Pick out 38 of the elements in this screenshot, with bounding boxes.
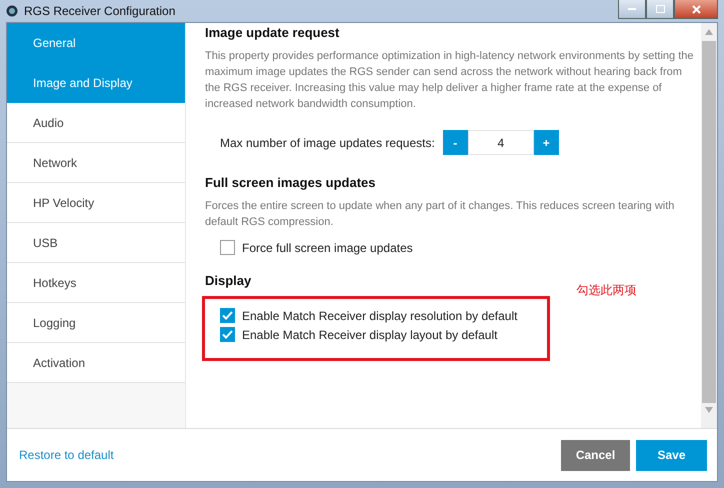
scrollbar-thumb[interactable] xyxy=(702,41,716,403)
section-description: This property provides performance optimization in high-latency network environments by setting the maximum image updates the RGS sender can send across the network without hearing back from the RGS receiver. Increasing this value may help deliver a higher frame rate at the expense of increased network bandwidth consumption. xyxy=(205,49,695,112)
section-heading: Display xyxy=(205,273,252,288)
checkbox-option[interactable]: Enable Match Receiver display layout by default xyxy=(220,327,518,342)
cancel-button[interactable]: Cancel xyxy=(561,440,630,470)
section-heading: Full screen images updates xyxy=(205,175,377,190)
app-icon xyxy=(6,5,18,17)
field-label: Max number of image updates requests: xyxy=(220,136,435,150)
checkbox-label: Force full screen image updates xyxy=(242,240,413,254)
maximize-button[interactable] xyxy=(646,0,674,19)
scrollbar[interactable] xyxy=(701,23,717,428)
restore-default-link[interactable]: Restore to default xyxy=(19,448,114,462)
checkmark-icon xyxy=(222,330,233,339)
sidebar-item[interactable]: HP Velocity xyxy=(7,183,185,223)
close-button[interactable] xyxy=(674,0,718,19)
minimize-button[interactable] xyxy=(618,0,646,19)
checkmark-icon xyxy=(222,311,233,320)
checkbox-option[interactable]: Force full screen image updates xyxy=(220,240,672,255)
window-title: RGS Receiver Configuration xyxy=(24,4,176,18)
sidebar-item[interactable]: USB xyxy=(7,223,185,263)
number-field[interactable]: 4 xyxy=(468,130,534,155)
minimize-icon xyxy=(628,8,636,10)
sidebar-item[interactable]: Network xyxy=(7,143,185,183)
maximize-icon xyxy=(656,5,664,13)
scroll-up-icon[interactable] xyxy=(705,29,713,35)
checkbox-label: Enable Match Receiver display layout by default xyxy=(242,328,498,342)
sidebar-item[interactable]: Audio xyxy=(7,103,185,143)
section-description: Forces the entire screen to update when any part of it changes. This reduces screen tearing with default RGS compression. xyxy=(205,199,676,230)
close-icon xyxy=(692,4,700,14)
sidebar-item[interactable]: Hotkeys xyxy=(7,263,185,303)
checkbox[interactable] xyxy=(220,327,235,342)
scroll-down-icon[interactable] xyxy=(705,407,713,413)
checkbox[interactable] xyxy=(220,240,235,255)
sidebar-item[interactable]: Logging xyxy=(7,303,185,343)
annotation-text: 勾选此两项 xyxy=(576,282,636,299)
sidebar-item[interactable]: Activation xyxy=(7,343,185,383)
section-heading: Image update request xyxy=(205,25,340,40)
checkbox[interactable] xyxy=(220,308,235,323)
